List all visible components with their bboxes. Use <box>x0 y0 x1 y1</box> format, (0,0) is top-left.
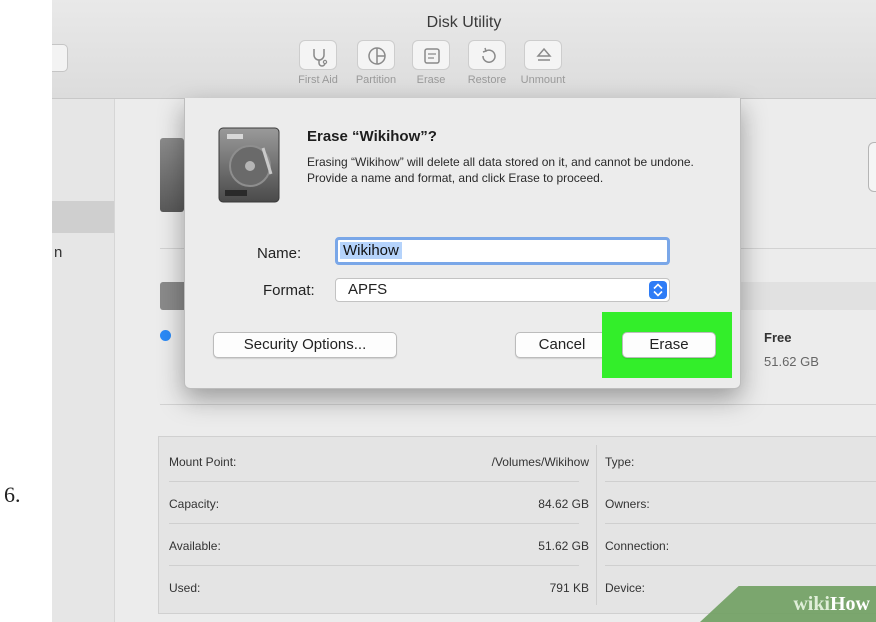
logo-part: How <box>830 593 870 615</box>
restore-label: Restore <box>467 74 507 86</box>
first-aid-label: First Aid <box>298 74 338 86</box>
divider <box>160 404 876 405</box>
security-options-button[interactable]: Security Options... <box>213 332 397 358</box>
eject-icon <box>536 47 552 61</box>
table-row: Mount Point: /Volumes/Wikihow Type: <box>159 441 876 483</box>
info-key: Type: <box>605 455 635 469</box>
name-value[interactable]: Wikihow <box>340 242 402 259</box>
name-field[interactable]: Wikihow <box>335 237 670 265</box>
info-key: Used: <box>169 581 201 595</box>
info-key: Capacity: <box>169 497 220 511</box>
dialog-title: Erase “Wikihow”? <box>307 128 437 145</box>
free-label: Free <box>764 330 792 345</box>
first-aid-button[interactable]: First Aid <box>288 40 348 86</box>
table-row: Available: 51.62 GB Connection: <box>159 525 876 567</box>
info-key: Owners: <box>605 497 650 511</box>
stethoscope-icon <box>313 49 328 67</box>
chevron-updown-icon <box>649 281 667 299</box>
step-number: 6. <box>4 482 21 507</box>
eraser-icon <box>424 48 440 64</box>
row-divider <box>169 481 579 482</box>
info-key: Device: <box>605 581 646 595</box>
logo-part: wiki <box>793 593 830 615</box>
restore-icon <box>482 47 496 63</box>
partition-button[interactable]: Partition <box>346 40 406 86</box>
info-value: 84.62 GB <box>538 497 589 511</box>
used-legend-dot <box>160 330 171 341</box>
restore-button[interactable]: Restore <box>457 40 517 86</box>
partition-label: Partition <box>355 74 397 86</box>
info-value: 791 KB <box>549 581 589 595</box>
format-value: APFS <box>348 281 388 298</box>
format-select[interactable]: APFS <box>335 278 670 302</box>
info-value: /Volumes/Wikihow <box>491 455 589 469</box>
free-value: 51.62 GB <box>764 354 819 369</box>
hard-drive-icon <box>218 127 280 203</box>
info-key: Available: <box>169 539 221 553</box>
sidebar-item-label: n <box>54 244 63 261</box>
unmount-label: Unmount <box>520 74 566 86</box>
info-key: Mount Point: <box>169 455 237 469</box>
name-label: Name: <box>257 245 302 262</box>
dialog-message: Erasing “Wikihow” will delete all data s… <box>307 155 694 185</box>
unmount-button[interactable]: Unmount <box>513 40 573 86</box>
wikihow-logo: wikiHow <box>793 593 870 616</box>
toolbar: Disk Utility First Aid Partition Erase R… <box>52 0 876 99</box>
info-button[interactable] <box>868 142 876 192</box>
disk-utility-screenshot: Disk Utility First Aid Partition Erase R… <box>52 0 876 622</box>
erase-dialog: Erase “Wikihow”? Erasing “Wikihow” will … <box>184 98 741 389</box>
sidebar: n <box>52 99 115 622</box>
info-value: 51.62 GB <box>538 539 589 553</box>
volume-icon <box>160 138 184 212</box>
format-label: Format: <box>263 282 315 299</box>
erase-toolbar-button[interactable]: Erase <box>401 40 461 86</box>
erase-toolbar-label: Erase <box>416 74 446 86</box>
sidebar-toggle-button[interactable] <box>52 44 68 72</box>
cancel-button[interactable]: Cancel <box>515 332 609 358</box>
row-divider <box>169 565 579 566</box>
erase-button[interactable]: Erase <box>622 332 716 358</box>
window-title: Disk Utility <box>426 14 502 31</box>
info-key: Connection: <box>605 539 670 553</box>
row-divider <box>605 523 876 524</box>
pie-icon <box>368 47 386 65</box>
sidebar-selected-item[interactable] <box>52 201 114 233</box>
table-row: Capacity: 84.62 GB Owners: <box>159 483 876 525</box>
row-divider <box>605 481 876 482</box>
row-divider <box>169 523 579 524</box>
row-divider <box>605 565 876 566</box>
